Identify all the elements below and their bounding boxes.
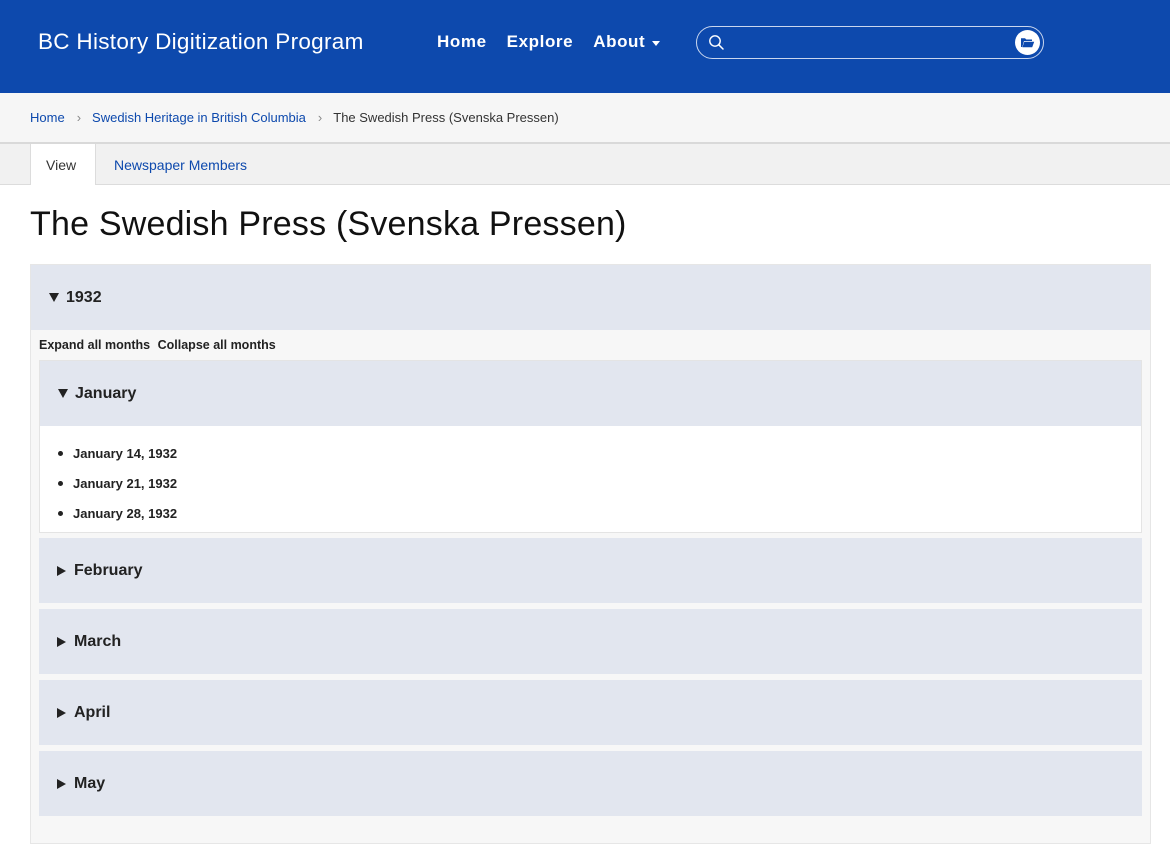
triangle-right-icon (57, 565, 66, 576)
year-panel: 1932 Expand all months Collapse all mont… (30, 264, 1151, 844)
triangle-right-icon (57, 707, 66, 718)
issue-link[interactable]: January 28, 1932 (73, 506, 177, 521)
issue-list: January 14, 1932 January 21, 1932 Januar… (40, 426, 1141, 528)
year-toggle[interactable]: 1932 (31, 265, 1150, 330)
triangle-down-icon (49, 293, 59, 302)
year-label: 1932 (66, 288, 102, 306)
tab-newspaper-members[interactable]: Newspaper Members (99, 144, 262, 185)
triangle-right-icon (57, 778, 66, 789)
search-input[interactable] (731, 30, 1007, 57)
expand-all-months-button[interactable]: Expand all months (39, 338, 150, 352)
tab-view[interactable]: View (30, 144, 96, 185)
triangle-down-icon (58, 389, 68, 398)
bullet-icon (58, 480, 63, 486)
breadcrumb-collection[interactable]: Swedish Heritage in British Columbia (92, 110, 306, 125)
list-item: January 14, 1932 (58, 438, 1141, 468)
month-toggle-may[interactable]: May (39, 751, 1142, 816)
search-submit-button[interactable] (1015, 30, 1040, 55)
month-label: April (74, 703, 111, 721)
site-header: BC History Digitization Program Home Exp… (0, 0, 1170, 93)
month-april: April (39, 680, 1142, 745)
month-march: March (39, 609, 1142, 674)
month-toggle-april[interactable]: April (39, 680, 1142, 745)
month-label: March (74, 632, 122, 650)
chevron-down-icon (652, 40, 661, 46)
bullet-icon (58, 450, 63, 456)
main-nav: Home Explore About (437, 32, 661, 52)
issue-link[interactable]: January 21, 1932 (73, 476, 177, 491)
list-item: January 21, 1932 (58, 468, 1141, 498)
breadcrumb-home[interactable]: Home (30, 110, 65, 125)
folder-open-icon (1021, 38, 1035, 48)
bullet-icon (58, 510, 63, 516)
month-february: February (39, 538, 1142, 603)
month-toggle-march[interactable]: March (39, 609, 1142, 674)
month-january: January January 14, 1932 January 21, 193… (39, 360, 1142, 533)
month-may: May (39, 751, 1142, 816)
triangle-right-icon (57, 636, 66, 647)
site-title[interactable]: BC History Digitization Program (38, 29, 364, 55)
breadcrumb-current: The Swedish Press (Svenska Pressen) (333, 110, 559, 125)
month-label: January (75, 384, 137, 402)
nav-home[interactable]: Home (437, 32, 487, 52)
nav-about-label: About (593, 32, 646, 51)
nav-about[interactable]: About (593, 32, 661, 52)
chevron-right-icon: › (76, 110, 82, 125)
search-icon (708, 34, 725, 56)
chevron-right-icon: › (317, 110, 323, 125)
month-toggle-january[interactable]: January (40, 361, 1141, 426)
issue-link[interactable]: January 14, 1932 (73, 446, 177, 461)
collapse-all-months-button[interactable]: Collapse all months (158, 338, 276, 352)
search-box (696, 26, 1044, 59)
tab-bar: View Newspaper Members (0, 144, 1170, 185)
nav-explore[interactable]: Explore (507, 32, 574, 52)
month-controls: Expand all months Collapse all months (39, 338, 280, 352)
month-label: February (74, 561, 143, 579)
page-title: The Swedish Press (Svenska Pressen) (30, 205, 627, 243)
list-item: January 28, 1932 (58, 498, 1141, 528)
breadcrumb: Home › Swedish Heritage in British Colum… (0, 93, 1170, 144)
month-label: May (74, 774, 106, 792)
month-toggle-february[interactable]: February (39, 538, 1142, 603)
